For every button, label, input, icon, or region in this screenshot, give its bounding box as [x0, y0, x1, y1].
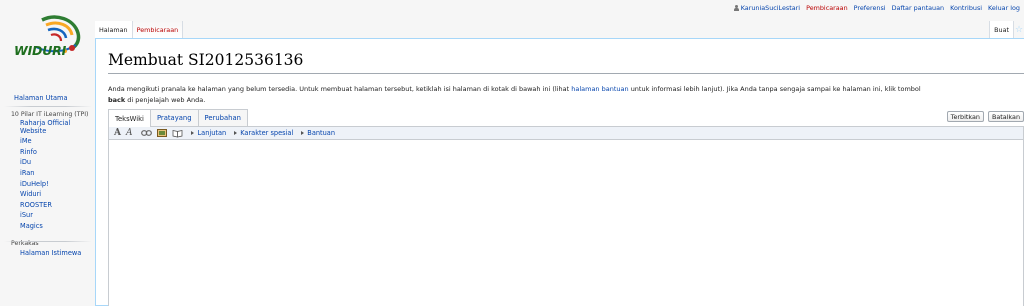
- intro-text-part: di penjelajah web Anda.: [125, 95, 206, 104]
- sidebar-item-iduhelp[interactable]: iDuHelp!: [20, 180, 49, 188]
- sidebar-tools-list: Halaman Istimewa: [0, 248, 95, 259]
- edit-actions: Terbitkan Batalkan: [946, 111, 1024, 122]
- expand-arrow-icon: [301, 131, 305, 135]
- sidebar: Halaman Utama 10 Pilar IT iLearning (TPI…: [0, 92, 95, 258]
- main-content: Membuat SI2012536136 Anda mengikuti pran…: [95, 38, 1024, 306]
- tab-page[interactable]: Halaman: [95, 21, 133, 38]
- back-keyword: back: [108, 95, 126, 104]
- sidebar-item-ime[interactable]: iMe: [20, 137, 32, 145]
- site-logo[interactable]: WIDURI: [8, 15, 88, 67]
- tab-wikitext[interactable]: TeksWiki: [108, 109, 151, 127]
- sidebar-item-rooster[interactable]: ROOSTER: [20, 201, 52, 209]
- talk-link[interactable]: Pembicaraan: [806, 4, 848, 12]
- publish-button[interactable]: Terbitkan: [946, 111, 984, 122]
- reference-book-icon[interactable]: [172, 129, 183, 138]
- toolbar-help[interactable]: Bantuan: [301, 129, 335, 137]
- heading-divider: [108, 73, 1024, 74]
- intro-text-part: untuk informasi lebih lanjut). Jika Anda…: [628, 85, 921, 93]
- sidebar-divider: [4, 241, 92, 242]
- sidebar-item-iran[interactable]: iRan: [20, 169, 35, 177]
- expand-arrow-icon: [234, 131, 238, 135]
- preferences-link[interactable]: Preferensi: [854, 4, 886, 12]
- toolbar-special-characters-label: Karakter spesial: [240, 129, 294, 137]
- toolbar-advanced-label: Lanjutan: [197, 129, 227, 137]
- cancel-button[interactable]: Batalkan: [987, 111, 1024, 122]
- wikitext-textarea[interactable]: [109, 140, 1023, 306]
- username-link[interactable]: KaruniaSuciLestari: [741, 4, 800, 12]
- toolbar-help-label: Bantuan: [307, 129, 336, 137]
- user-link[interactable]: KaruniaSuciLestari: [733, 4, 800, 12]
- watch-star-icon[interactable]: ☆: [1014, 21, 1024, 38]
- expand-arrow-icon: [191, 131, 195, 135]
- link-icon[interactable]: [141, 129, 153, 137]
- sidebar-item-magics[interactable]: Magics: [20, 222, 43, 230]
- contributions-link[interactable]: Kontribusi: [950, 4, 982, 12]
- embedded-file-icon[interactable]: [157, 129, 168, 137]
- intro-text-part: Anda mengikuti pranala ke halaman yang b…: [108, 85, 572, 93]
- sidebar-item-widuri[interactable]: Widuri: [20, 190, 41, 198]
- logo-wordmark: WIDURI: [14, 43, 67, 58]
- edit-mode-tabs: TeksWiki Pratayang Perubahan: [108, 109, 248, 127]
- toolbar-advanced[interactable]: Lanjutan: [191, 129, 226, 137]
- sidebar-item-idu[interactable]: iDu: [20, 158, 31, 166]
- tab-create[interactable]: Buat: [989, 21, 1014, 38]
- intro-text: Anda mengikuti pranala ke halaman yang b…: [108, 84, 923, 105]
- italic-icon[interactable]: A: [126, 128, 133, 138]
- logo-graphic-icon: [35, 15, 81, 53]
- personal-toolbar: KaruniaSuciLestari Pembicaraan Preferens…: [733, 3, 1020, 13]
- user-icon: [733, 5, 739, 11]
- page-title: Membuat SI2012536136: [108, 51, 304, 69]
- view-tabs: Buat ☆: [989, 21, 1024, 38]
- toolbar-special-characters[interactable]: Karakter spesial: [234, 129, 293, 137]
- sidebar-item-special-pages[interactable]: Halaman Istimewa: [20, 249, 81, 257]
- sidebar-item-isur[interactable]: iSur: [20, 211, 33, 219]
- wikitext-editor: A A Lanjutan Karakter spesial Bantuan: [108, 126, 1024, 306]
- tab-changes[interactable]: Perubahan: [197, 109, 248, 126]
- sidebar-item-main-page[interactable]: Halaman Utama: [0, 94, 95, 102]
- editor-toolbar: A A Lanjutan Karakter spesial Bantuan: [109, 127, 1023, 140]
- sidebar-portal-heading: 10 Pilar IT iLearning (TPI): [11, 111, 89, 118]
- tab-preview[interactable]: Pratayang: [149, 109, 199, 126]
- watchlist-link[interactable]: Daftar pantauan: [892, 4, 945, 12]
- sidebar-portal-list: Raharja Official Website iMe Rinfo iDu i…: [0, 119, 95, 232]
- sidebar-item-raharja[interactable]: Raharja Official Website: [20, 119, 70, 135]
- tab-talk[interactable]: Pembicaraan: [132, 21, 184, 38]
- help-page-link[interactable]: halaman bantuan: [571, 85, 628, 93]
- sidebar-divider: [4, 106, 92, 107]
- sidebar-item-rinfo[interactable]: Rinfo: [20, 148, 37, 156]
- logout-link[interactable]: Keluar log: [988, 4, 1020, 12]
- bold-icon[interactable]: A: [114, 128, 121, 138]
- namespace-tabs: Halaman Pembicaraan: [95, 21, 184, 38]
